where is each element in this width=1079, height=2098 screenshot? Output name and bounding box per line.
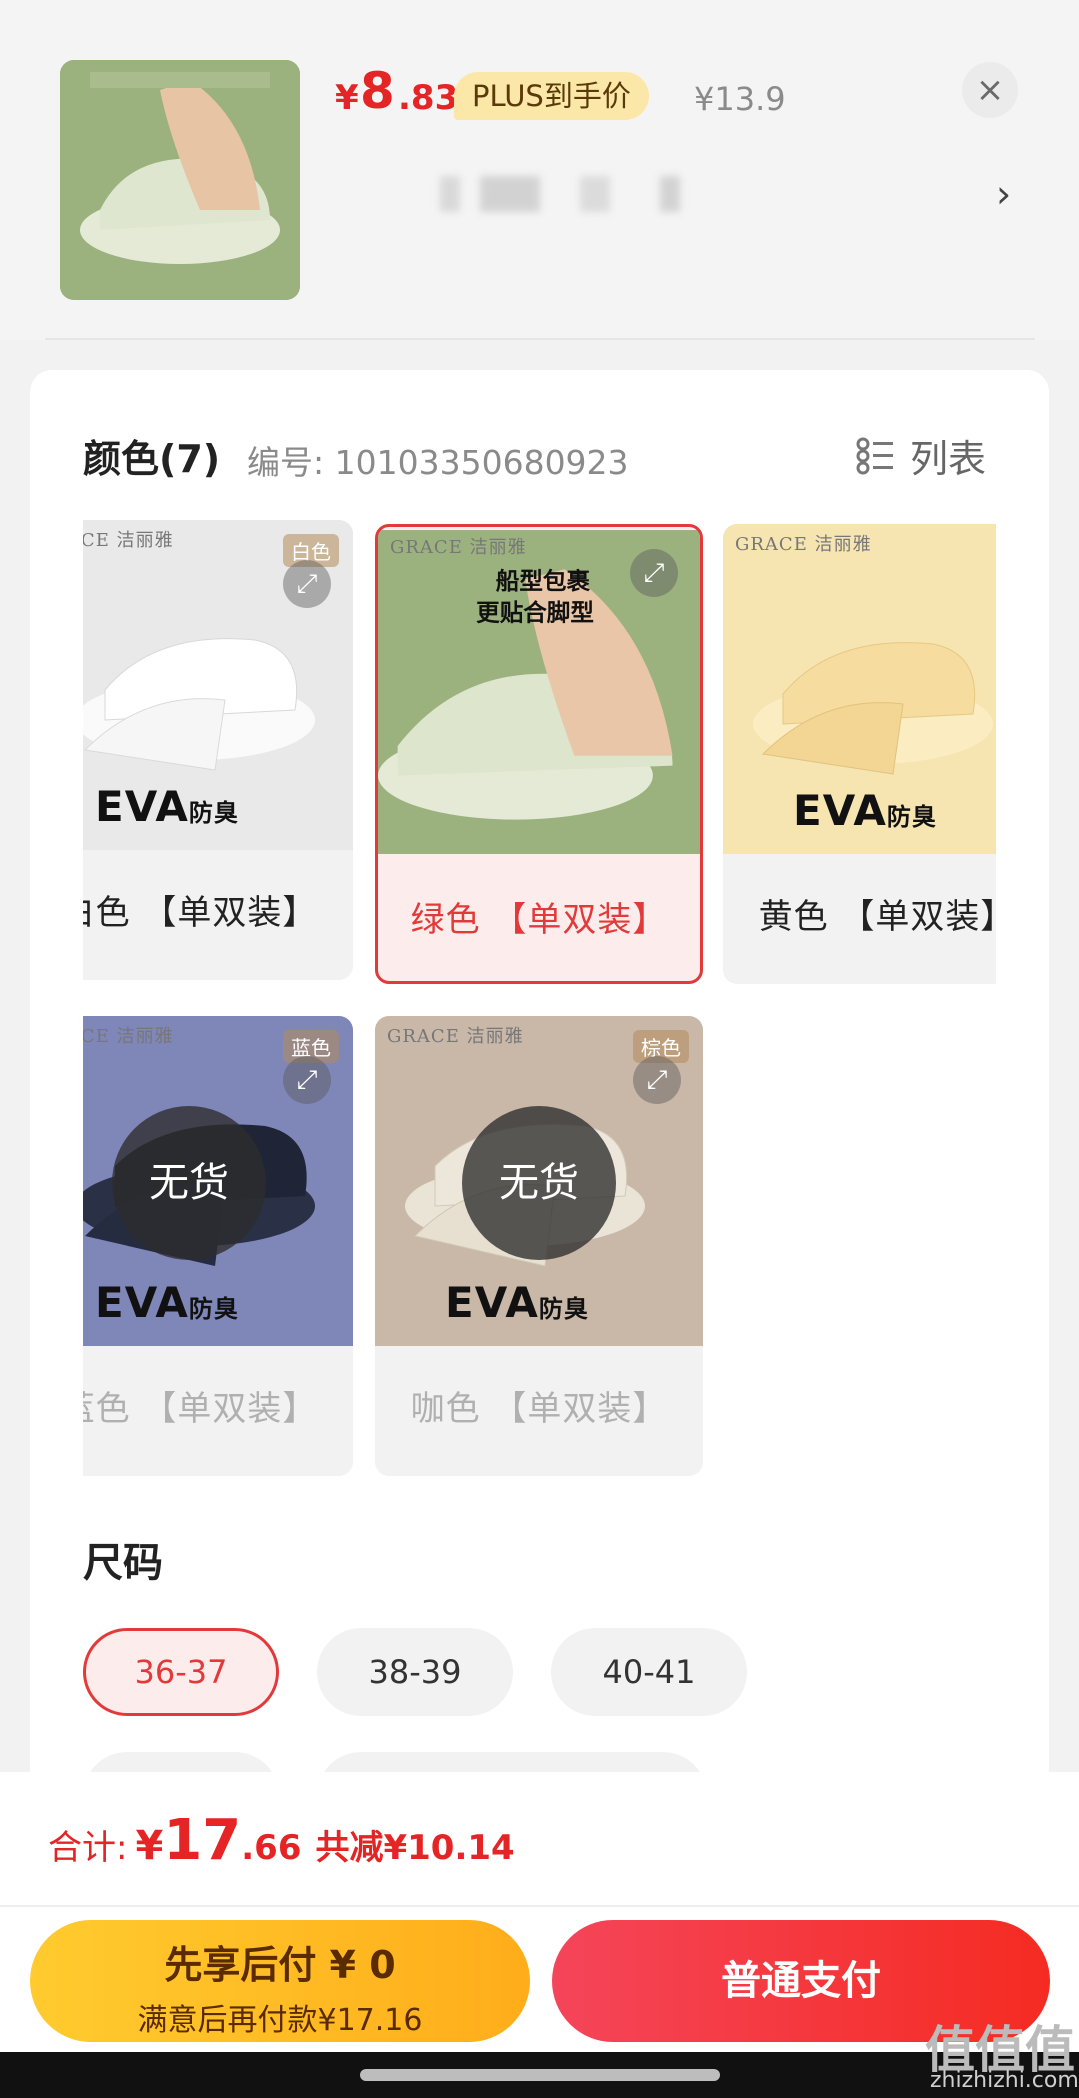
color-option-brown[interactable]: GRACE 洁丽雅 棕色 ⤢ 无货 EVA防臭 咖色 【单双装】 (375, 1016, 703, 1476)
total-summary: 合计: ¥ 17 .66 共减¥10.14 (48, 1808, 515, 1873)
size-option-36-37[interactable]: 36-37 (83, 1628, 279, 1716)
color-grid: GRACE 洁丽雅 白色 ⤢ EVA防臭 白色 【单双装】 船型包裹 更贴合脚型… (83, 520, 996, 1480)
divider (0, 1905, 1079, 1907)
color-option-blue[interactable]: GRACE 洁丽雅 蓝色 ⤢ 无货 EVA防臭 蓝色 【单双装】 (83, 1016, 353, 1476)
color-option-label: 黄色 【单双装】 (758, 897, 996, 937)
pay-later-subtitle: 满意后再付款¥17.16 (137, 2003, 423, 2038)
pay-later-title: 先享后付 ¥ 0 (164, 1943, 396, 1987)
plus-price-badge: PLUS到手价 (454, 72, 649, 120)
size-section-title: 尺码 (83, 1540, 163, 1586)
color-option-white[interactable]: GRACE 洁丽雅 白色 ⤢ EVA防臭 白色 【单双装】 (83, 520, 353, 980)
brand-logo: GRACE 洁丽雅 (83, 1026, 174, 1047)
expand-icon[interactable]: ⤢ (283, 560, 331, 608)
soldout-badge: 无货 (112, 1106, 266, 1260)
sku-number: 编号: 10103350680923 (247, 443, 629, 482)
eva-text: EVA防臭 (793, 786, 937, 835)
color-option-label: 白色 【单双装】 (83, 893, 318, 933)
eva-text: EVA防臭 (445, 1278, 589, 1327)
color-option-green[interactable]: 船型包裹 更贴合脚型 GRACE 洁丽雅 ⤢ 绿色 【单双装】 (375, 524, 703, 984)
product-thumbnail[interactable] (60, 60, 300, 300)
brand-logo: GRACE 洁丽雅 (83, 530, 174, 551)
chevron-right-icon[interactable]: › (996, 172, 1011, 216)
eva-text: EVA防臭 (95, 1278, 239, 1327)
close-icon[interactable]: × (962, 62, 1018, 118)
color-option-label: 咖色 【单双装】 (410, 1389, 668, 1429)
soldout-badge: 无货 (462, 1106, 616, 1260)
watermark-url: zhizhizhi.com (930, 2068, 1079, 2093)
home-indicator[interactable] (360, 2069, 720, 2081)
color-option-yellow[interactable]: GRACE 洁丽雅 黄 EVA防臭 黄色 【单双装】 (723, 524, 996, 984)
price-integer: 8 (360, 62, 395, 120)
price-decimal: .83 (398, 78, 459, 118)
divider (45, 338, 1035, 340)
brand-logo: GRACE 洁丽雅 (390, 537, 527, 558)
expand-icon[interactable]: ⤢ (630, 549, 678, 597)
brand-logo: GRACE 洁丽雅 (735, 534, 872, 555)
svg-text:船型包裹: 船型包裹 (496, 567, 591, 595)
size-option-40-41[interactable]: 40-41 (551, 1628, 747, 1716)
eva-text: EVA防臭 (95, 782, 239, 831)
price-currency: ¥ (335, 78, 359, 118)
total-label: 合计: (48, 1828, 128, 1868)
total-savings: 共减¥10.14 (315, 1828, 515, 1868)
list-view-toggle[interactable]: 列表 (856, 428, 986, 483)
list-icon (856, 437, 893, 474)
list-toggle-label: 列表 (910, 437, 987, 481)
color-option-label: 蓝色 【单双装】 (83, 1389, 318, 1429)
expand-icon[interactable]: ⤢ (633, 1056, 681, 1104)
blurred-address (440, 176, 680, 212)
pay-later-button[interactable]: 先享后付 ¥ 0 满意后再付款¥17.16 (30, 1920, 530, 2042)
brand-logo: GRACE 洁丽雅 (387, 1026, 524, 1047)
expand-icon[interactable]: ⤢ (283, 1056, 331, 1104)
original-price: ¥13.9 (694, 80, 786, 118)
color-section-title: 颜色(7) (83, 437, 221, 481)
total-decimal: .66 (241, 1828, 302, 1868)
svg-text:更贴合脚型: 更贴合脚型 (476, 598, 594, 626)
color-option-label: 绿色 【单双装】 (410, 900, 668, 940)
total-currency: ¥ (135, 1823, 164, 1869)
slipper-image (60, 60, 300, 300)
total-integer: 17 (163, 1808, 242, 1873)
size-option-38-39[interactable]: 38-39 (317, 1628, 513, 1716)
